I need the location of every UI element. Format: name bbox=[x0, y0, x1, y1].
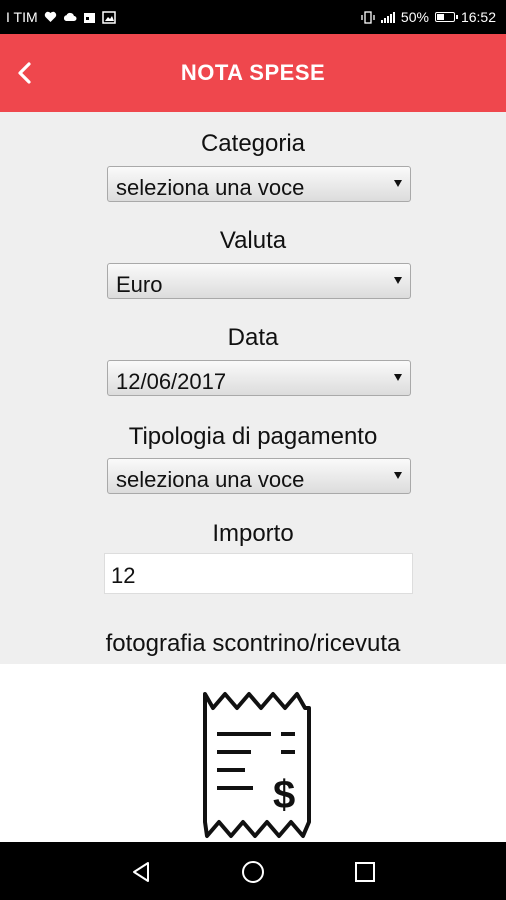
valuta-label: Valuta bbox=[219, 227, 287, 254]
receipt-icon: $ bbox=[203, 692, 311, 838]
dropdown-arrow-icon bbox=[394, 374, 402, 381]
dropdown-arrow-icon bbox=[394, 277, 402, 284]
tipologia-label: Tipologia di pagamento bbox=[128, 423, 378, 450]
tipologia-value: seleziona una voce bbox=[116, 467, 305, 492]
app-header: NOTA SPESE bbox=[0, 34, 506, 112]
importo-input[interactable]: 12 bbox=[104, 553, 413, 594]
page-title: NOTA SPESE bbox=[180, 60, 326, 85]
home-circle-icon bbox=[242, 861, 264, 883]
nav-recents-button[interactable] bbox=[352, 859, 378, 885]
gallery-icon bbox=[101, 10, 116, 24]
heart-icon bbox=[44, 11, 56, 22]
status-bar: I TIM 50% 16:52 bbox=[0, 0, 506, 34]
importo-value: 12 bbox=[111, 563, 136, 588]
cloud-icon bbox=[63, 12, 77, 21]
status-bar-left: I TIM bbox=[6, 9, 116, 25]
data-label: Data bbox=[227, 324, 279, 351]
importo-label: Importo bbox=[212, 520, 294, 547]
vibrate-icon bbox=[361, 10, 375, 24]
calendar-icon bbox=[83, 12, 95, 23]
foto-label: fotografia scontrino/ricevuta bbox=[105, 630, 401, 657]
categoria-value: seleziona una voce bbox=[116, 175, 305, 200]
clock: 16:52 bbox=[460, 9, 496, 25]
receipt-photo-area[interactable]: $ bbox=[0, 664, 506, 842]
signal-icon bbox=[380, 11, 395, 23]
data-value: 12/06/2017 bbox=[116, 369, 227, 394]
nav-home-button[interactable] bbox=[240, 859, 266, 885]
carrier-name: I TIM bbox=[6, 9, 38, 25]
categoria-label: Categoria bbox=[200, 130, 306, 157]
status-bar-right: 50% 16:52 bbox=[361, 9, 496, 25]
categoria-select[interactable]: seleziona una voce bbox=[107, 166, 411, 202]
tipologia-select[interactable]: seleziona una voce bbox=[107, 458, 411, 494]
valuta-value: Euro bbox=[116, 272, 163, 297]
data-select[interactable]: 12/06/2017 bbox=[107, 360, 411, 396]
valuta-select[interactable]: Euro bbox=[107, 263, 411, 299]
back-triangle-icon bbox=[133, 862, 149, 882]
recents-square-icon bbox=[355, 862, 375, 882]
dropdown-arrow-icon bbox=[394, 472, 402, 479]
svg-text:$: $ bbox=[273, 773, 295, 817]
battery-icon bbox=[434, 12, 458, 22]
nav-back-button[interactable] bbox=[128, 859, 154, 885]
battery-percent: 50% bbox=[400, 9, 429, 25]
system-nav-bar bbox=[0, 842, 506, 900]
dropdown-arrow-icon bbox=[394, 180, 402, 187]
